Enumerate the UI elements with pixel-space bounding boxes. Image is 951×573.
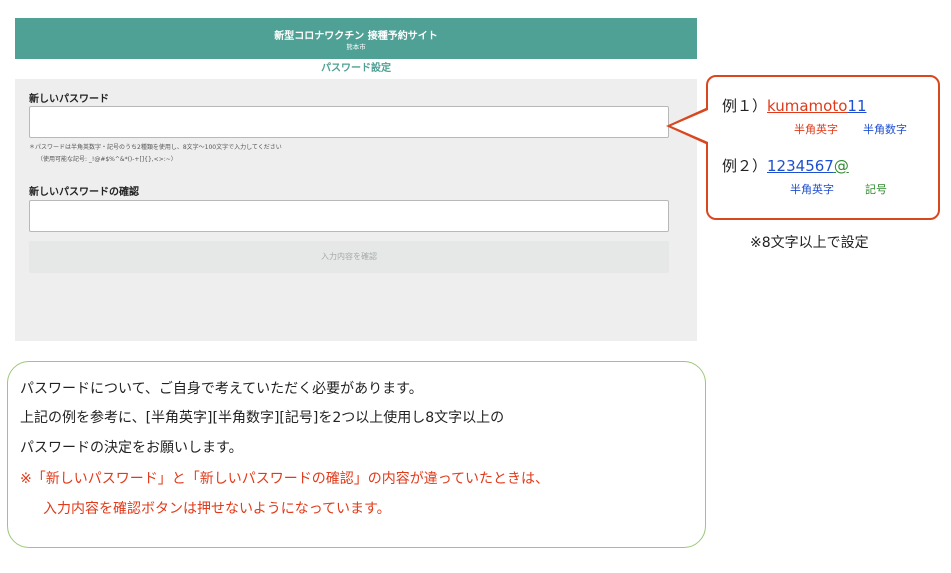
example-2-symbol: @ bbox=[833, 157, 849, 175]
info-line-1: パスワードについて、ご自身で考えていただく必要があります。 bbox=[20, 381, 423, 397]
info-line-3: パスワードの決定をお願いします。 bbox=[20, 440, 243, 456]
info-line-2: 上記の例を参考に、[半角英字][半角数字][記号]を2つ以上使用し8文字以上の bbox=[20, 410, 505, 426]
password-rule-note: ＊パスワードは半角英数字・記号のうち2種類を使用し、8文字〜100文字で入力して… bbox=[29, 144, 282, 151]
confirm-password-input[interactable] bbox=[29, 200, 669, 232]
min-length-note: ※8文字以上で設定 bbox=[750, 235, 869, 251]
example-2-symbol-caption: 記号 bbox=[865, 183, 887, 196]
site-title: 新型コロナワクチン 接種予約サイト bbox=[274, 31, 438, 42]
example-1-alpha-caption: 半角英字 bbox=[794, 123, 838, 136]
callout-pointer-fill bbox=[671, 110, 708, 142]
new-password-input[interactable] bbox=[29, 106, 669, 138]
allowed-symbols-note: （使用可能な記号: _!@#$%^&*()-+[]{},<>:~） bbox=[37, 156, 177, 163]
example-2-prefix: 例２） bbox=[722, 157, 768, 175]
confirm-input-button[interactable]: 入力内容を確認 bbox=[29, 241, 669, 273]
example-1-alpha: kumamoto bbox=[767, 97, 848, 115]
example-1-digit-caption: 半角数字 bbox=[863, 123, 907, 136]
confirm-password-label: 新しいパスワードの確認 bbox=[29, 187, 139, 198]
warning-line-2: 入力内容を確認ボタンは押せないようになっています。 bbox=[43, 501, 391, 517]
screenshot-panel: 新型コロナワクチン 接種予約サイト 熊本市 パスワード設定 新しいパスワード ＊… bbox=[15, 18, 697, 341]
warning-line-1: ※「新しいパスワード」と「新しいパスワードの確認」の内容が違っていたときは、 bbox=[20, 471, 550, 487]
example-1: 例１）kumamoto11 bbox=[722, 95, 867, 116]
site-header: 新型コロナワクチン 接種予約サイト 熊本市 bbox=[15, 18, 697, 59]
info-box: パスワードについて、ご自身で考えていただく必要があります。 上記の例を参考に、[… bbox=[7, 361, 706, 548]
new-password-label: 新しいパスワード bbox=[29, 94, 109, 105]
example-2-digits: 1234567 bbox=[767, 157, 834, 175]
example-1-prefix: 例１） bbox=[722, 97, 768, 115]
page-title: パスワード設定 bbox=[15, 59, 697, 79]
site-city: 熊本市 bbox=[346, 43, 366, 51]
example-1-digits: 11 bbox=[847, 97, 867, 115]
example-2-digit-caption: 半角英字 bbox=[790, 183, 834, 196]
example-2: 例２）1234567@ bbox=[722, 155, 849, 176]
